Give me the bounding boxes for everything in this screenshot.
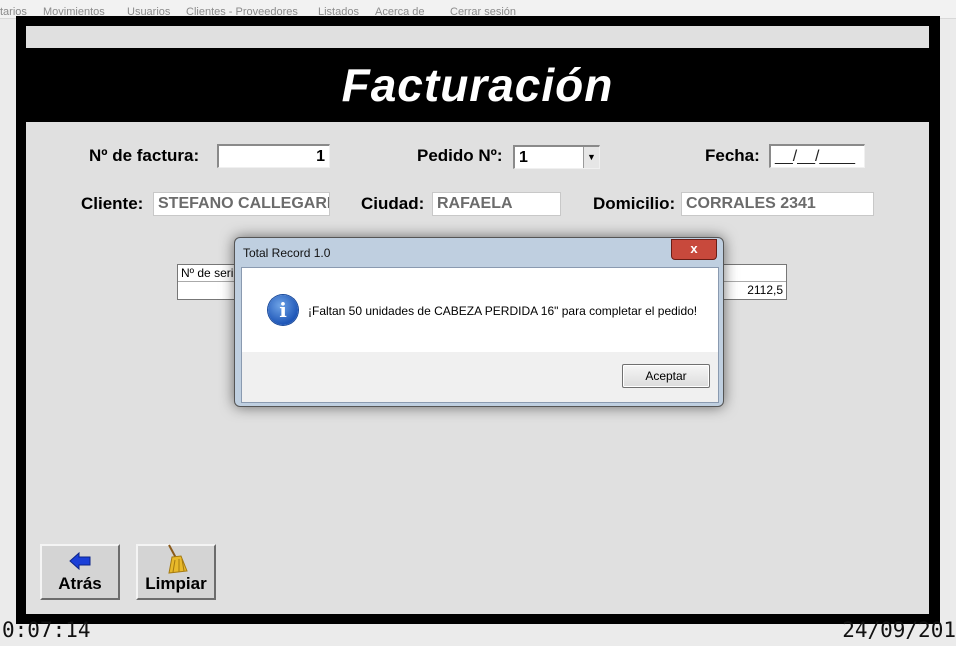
clock-display: 0:07:14: [2, 618, 91, 642]
message-dialog: Total Record 1.0 x i ¡Faltan 50 unidades…: [234, 237, 724, 407]
info-icon: i: [268, 295, 298, 325]
chevron-down-icon[interactable]: ▼: [583, 147, 599, 168]
dialog-title: Total Record 1.0: [243, 246, 331, 260]
table-cell-total: 2112,5: [747, 283, 783, 297]
arrow-left-icon: [42, 551, 118, 572]
date-display: 24/09/201: [842, 618, 956, 642]
column-header-serie: Nº de seri: [181, 266, 234, 280]
fecha-label: Fecha:: [705, 146, 760, 165]
cliente-field[interactable]: STEFANO CALLEGARI: [153, 192, 330, 216]
broom-icon: [138, 544, 214, 574]
ciudad-label: Ciudad:: [361, 194, 425, 213]
title-band: Facturación: [26, 48, 929, 122]
clear-button[interactable]: Limpiar: [136, 544, 216, 600]
close-icon: x: [690, 241, 698, 256]
dialog-message: ¡Faltan 50 unidades de CABEZA PERDIDA 16…: [308, 304, 698, 318]
pedido-label: Pedido Nº:: [417, 146, 503, 165]
factura-input[interactable]: 1: [217, 144, 330, 168]
close-button[interactable]: x: [671, 239, 717, 260]
clear-button-label: Limpiar: [145, 574, 207, 593]
cliente-label: Cliente:: [81, 194, 144, 213]
back-button[interactable]: Atrás: [40, 544, 120, 600]
fecha-input[interactable]: __/__/____: [769, 144, 865, 168]
ciudad-field[interactable]: RAFAELA: [432, 192, 561, 216]
page-title: Facturación: [341, 59, 614, 111]
pedido-select[interactable]: 1 ▼: [513, 145, 600, 169]
factura-label: Nº de factura:: [89, 146, 200, 165]
domicilio-field[interactable]: CORRALES 2341: [681, 192, 874, 216]
domicilio-label: Domicilio:: [593, 194, 676, 213]
accept-button[interactable]: Aceptar: [622, 364, 710, 388]
dialog-body: i ¡Faltan 50 unidades de CABEZA PERDIDA …: [241, 267, 719, 403]
pedido-select-value: 1: [519, 149, 528, 166]
back-button-label: Atrás: [58, 574, 102, 593]
